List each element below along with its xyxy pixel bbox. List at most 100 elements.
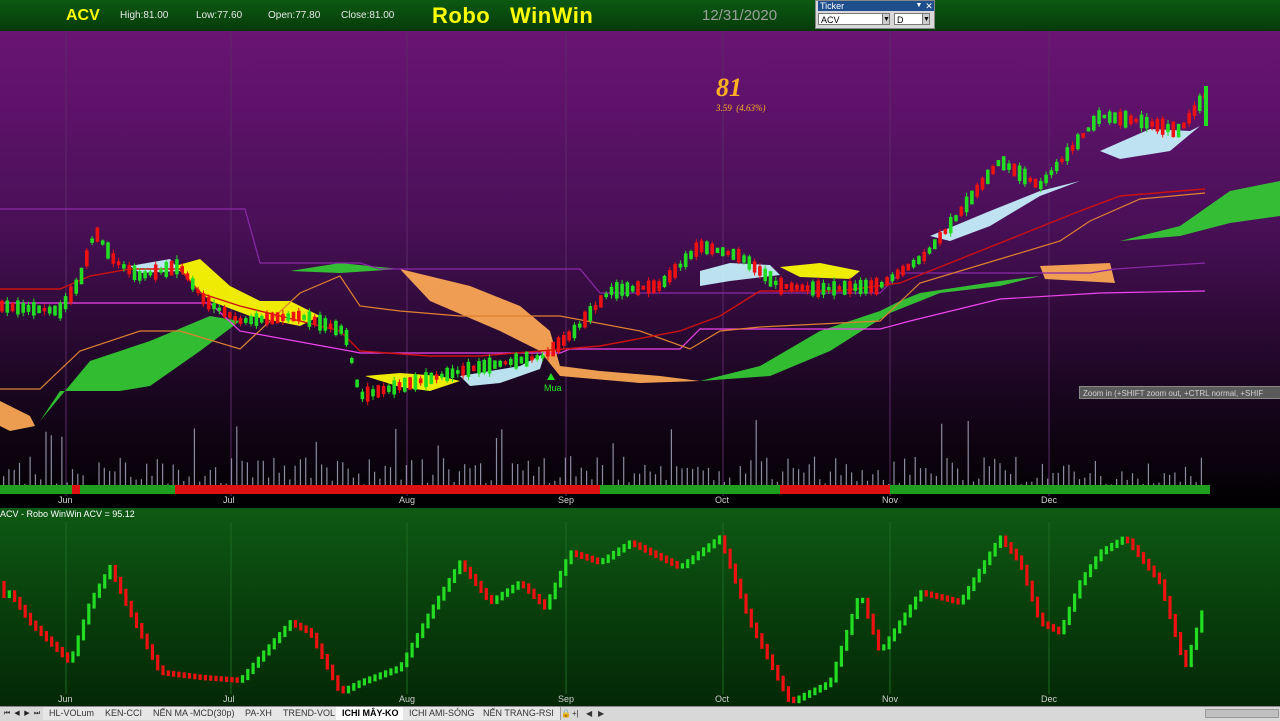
last-icon[interactable]: ⏭ [32,708,42,719]
scroll-left-icon[interactable]: ◀ [586,707,592,720]
indicator-bar [18,596,22,610]
indicator-bar [1073,593,1077,612]
candle-body [26,304,31,312]
sheet-tab[interactable]: PA-XH [239,707,279,720]
indicator-bar [940,594,944,601]
sheet-tab[interactable]: TREND-VOL [277,707,343,720]
indicator-bar [982,560,987,574]
candle-body [1097,110,1101,124]
sheet-tab[interactable]: HL-VOLum [43,707,102,720]
indicator-bar [834,661,838,683]
indicator-bar [346,685,351,694]
scroll-right-icon[interactable]: ▶ [598,707,604,720]
candle-body [169,260,174,276]
indicator-bar [924,590,928,597]
indicator-bar [861,597,865,604]
month-label: Sep [558,495,575,505]
add-sheet-icon[interactable]: +| [572,707,579,720]
candle-body [381,386,386,395]
candle-body [424,372,428,387]
candle-body [206,296,211,310]
indicator-bar [203,675,207,681]
indicator-bar [887,636,891,650]
indicator-bar [421,623,425,639]
period-dropdown-icon[interactable]: ▼ [922,13,930,25]
trend-strip-segment [920,485,1210,494]
indicator-bar [431,604,435,619]
indicator-bar [1189,644,1193,668]
indicator-bar [553,582,557,600]
indicator-pane[interactable]: ACV - Robo WinWin ACV = 95.12 Jun Jul Aug S… [0,508,1280,706]
indicator-bar [797,695,801,704]
indicator-bar [659,552,663,561]
candle-body [16,300,20,315]
month-label: Jun [58,495,73,505]
candle-body [376,385,381,398]
prev-icon[interactable]: ◀ [12,708,22,719]
candle-body [991,165,995,175]
month-label: Dec [1041,694,1058,704]
candle-body [694,242,699,257]
candle-body [85,250,89,267]
lock-icon[interactable]: 🔒 [561,707,571,720]
candle-body [964,196,969,213]
indicator-bar [500,591,504,601]
close-icon[interactable]: ✕ [924,1,934,11]
candle-body [996,160,1001,167]
indicator-bar [961,594,965,605]
ichimoku-cloud [780,263,860,279]
symbol-input[interactable]: ACV [818,13,888,25]
sheet-tab[interactable]: ICHI MÂY-KO [336,707,406,720]
candle-body [800,284,805,291]
indicator-bar [765,643,769,660]
candle-body [69,286,73,303]
indicator-bar [447,578,451,592]
candle-body [482,359,487,374]
candle-body [885,277,889,286]
indicator-bar [299,622,303,631]
candle-body [32,302,36,316]
candle-body [1012,163,1017,177]
sheet-tab[interactable]: ICHI AMI-SÓNG [403,707,482,720]
indicator-bar [749,608,753,628]
candle-body [763,268,767,282]
indicator-bar [1110,542,1114,552]
indicator-bar [1041,612,1045,627]
sheet-tab[interactable]: KEN-CCI [99,707,150,720]
indicator-bar [399,662,404,672]
price-chart-pane[interactable]: Mua 81 3.59 (4.63%) Zoom in (+SHIFT zoom… [0,31,1280,508]
indicator-bar [1083,572,1087,586]
month-label: Nov [882,495,899,505]
indicator-bar [293,620,298,628]
candle-body [100,240,105,245]
candle-body [1086,127,1091,132]
indicator-bar [415,633,419,648]
candle-body [397,382,402,391]
candle-body [63,296,68,310]
indicator-bar [590,555,594,563]
indicator-bar [378,672,382,680]
candle-body [503,361,508,365]
indicator-bar [1168,595,1172,619]
candle-body [122,264,126,269]
chevron-down-icon[interactable]: ▼ [914,1,924,11]
indicator-bar [426,613,430,629]
candle-body [1176,124,1181,138]
indicator-bar [442,586,446,601]
candle-body [890,274,895,282]
indicator-bar [1099,549,1103,562]
candle-body [47,306,52,314]
candle-body [456,370,460,374]
indicator-bar [1078,580,1082,599]
symbol-dropdown-icon[interactable]: ▼ [882,13,890,25]
month-label: Jul [223,694,235,704]
sheet-tab[interactable]: NẾN MA -MCD(30p) [147,707,242,720]
indicator-bar [1163,579,1167,601]
first-icon[interactable]: ⏮ [2,708,12,719]
candle-body [954,215,958,222]
sheet-tab[interactable]: NẾN TRANG-RSI [477,707,561,720]
candle-body [678,263,683,268]
indicator-bar [919,590,923,602]
next-icon[interactable]: ▶ [22,708,32,719]
horizontal-scrollbar[interactable] [1205,709,1279,718]
